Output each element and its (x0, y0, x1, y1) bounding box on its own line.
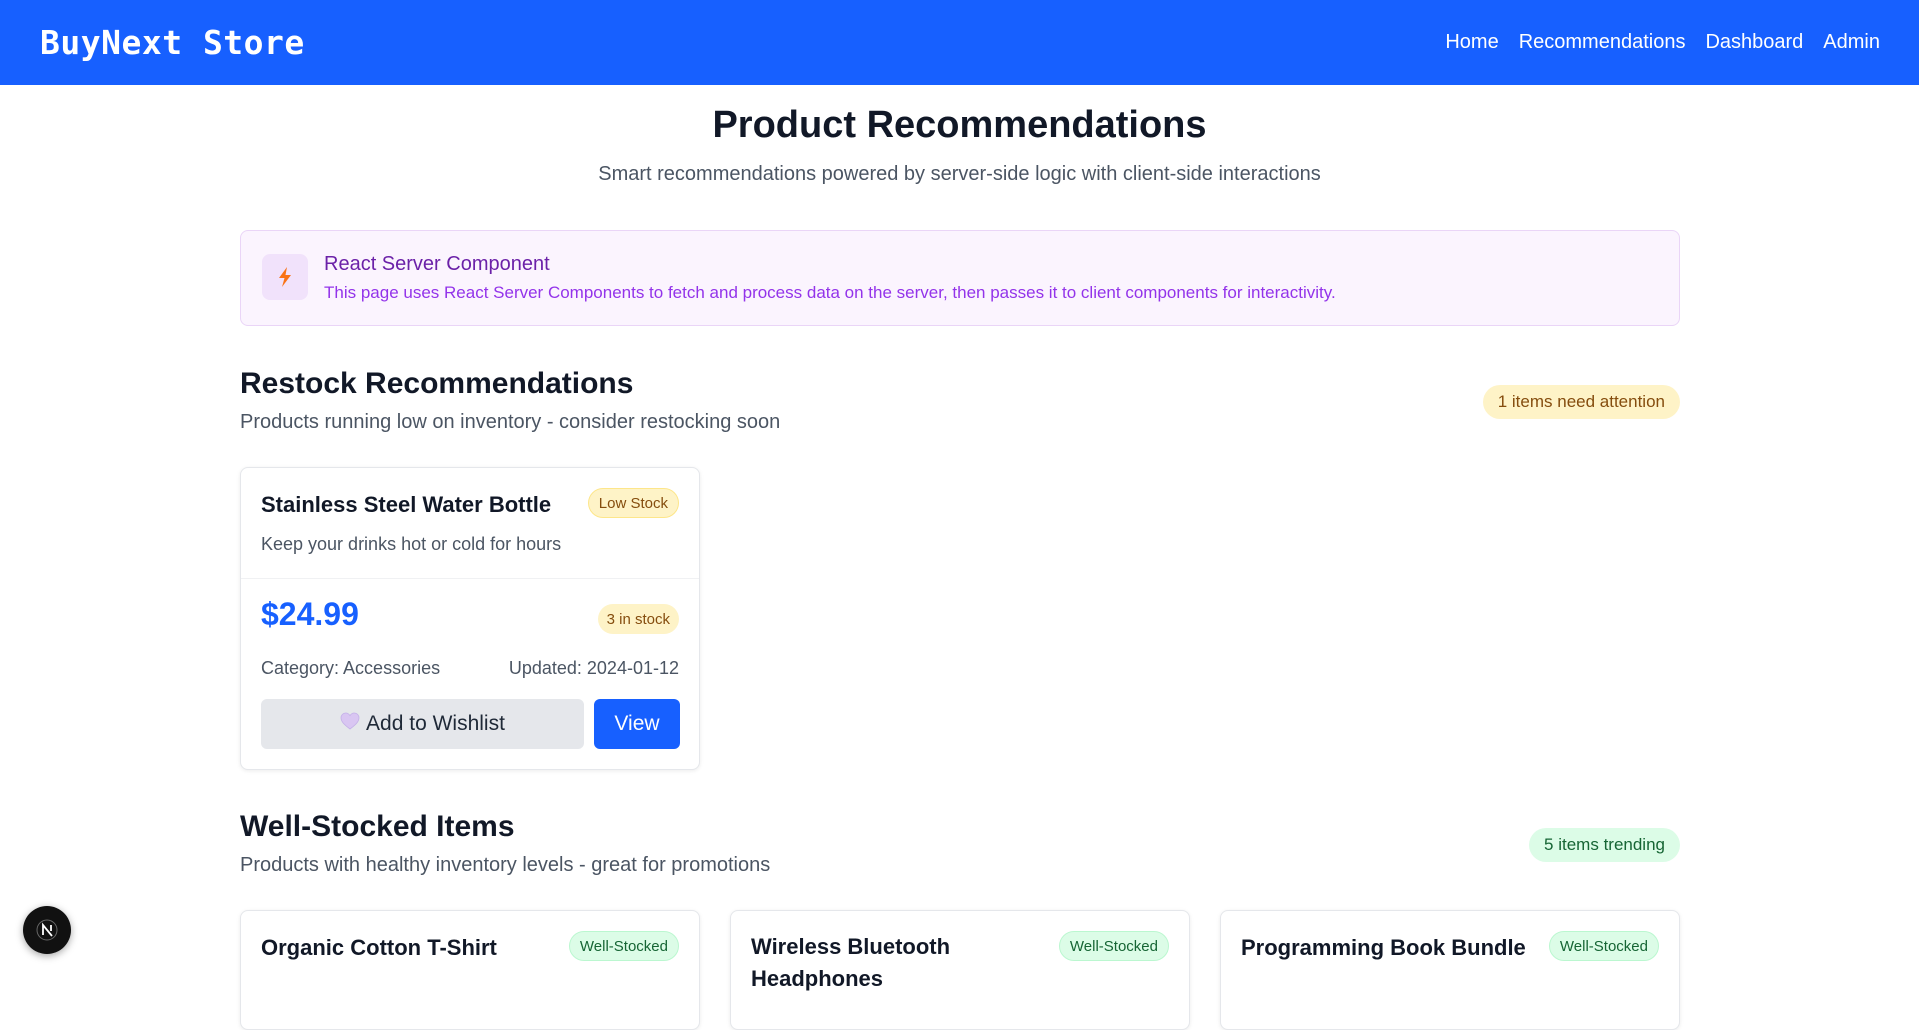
product-price: $24.99 (261, 596, 359, 632)
product-name[interactable]: Stainless Steel Water Bottle (261, 492, 551, 518)
main-nav: Home Recommendations Dashboard Admin (1445, 31, 1880, 54)
product-category: Category: Accessories (261, 658, 441, 678)
lightning-icon (262, 254, 308, 300)
product-name[interactable]: Organic Cotton T-Shirt (261, 935, 497, 961)
wellstocked-section-subtitle: Products with healthy inventory levels -… (240, 854, 771, 876)
wellstocked-section-title: Well-Stocked Items (240, 810, 515, 843)
heart-icon (340, 712, 360, 736)
restock-section-title: Restock Recommendations (240, 367, 634, 400)
product-card: Stainless Steel Water Bottle Low Stock K… (240, 467, 700, 770)
nav-dashboard-link[interactable]: Dashboard (1705, 31, 1803, 54)
page-subtitle: Smart recommendations powered by server-… (598, 163, 1321, 185)
nav-admin-link[interactable]: Admin (1823, 31, 1880, 54)
page-title: Product Recommendations (712, 104, 1207, 146)
product-description: Keep your drinks hot or cold for hours (261, 534, 562, 554)
nav-home-link[interactable]: Home (1445, 31, 1498, 54)
product-card: Organic Cotton T-Shirt Well-Stocked (240, 910, 700, 1030)
card-divider (241, 578, 699, 579)
top-navbar: BuyNext Store Home Recommendations Dashb… (0, 0, 1919, 85)
restock-section-subtitle: Products running low on inventory - cons… (240, 411, 781, 433)
nextjs-logo-icon (36, 919, 58, 941)
server-component-banner: React Server Component This page uses Re… (240, 230, 1680, 326)
view-product-button[interactable]: View (594, 699, 680, 749)
add-to-wishlist-button[interactable]: Add to Wishlist (261, 699, 584, 749)
banner-text: This page uses React Server Components t… (324, 283, 1336, 302)
stock-status-badge: Well-Stocked (1058, 931, 1169, 961)
product-name[interactable]: Wireless Bluetooth Headphones (751, 931, 1041, 995)
wishlist-label: Add to Wishlist (366, 712, 505, 735)
nav-recommendations-link[interactable]: Recommendations (1519, 31, 1686, 54)
product-name[interactable]: Programming Book Bundle (1241, 935, 1526, 961)
product-card: Programming Book Bundle Well-Stocked (1220, 910, 1680, 1030)
banner-title: React Server Component (324, 253, 550, 275)
attention-count-badge: 1 items need attention (1482, 385, 1680, 419)
product-updated-date: Updated: 2024-01-12 (508, 658, 679, 678)
product-card: Wireless Bluetooth Headphones Well-Stock… (730, 910, 1190, 1030)
stock-status-badge: Low Stock (587, 488, 679, 518)
stock-status-badge: Well-Stocked (568, 931, 679, 961)
stock-status-badge: Well-Stocked (1548, 931, 1659, 961)
nextjs-dev-indicator-button[interactable] (23, 906, 71, 954)
stock-count-badge: 3 in stock (597, 604, 679, 634)
brand-logo[interactable]: BuyNext Store (40, 23, 305, 62)
trending-count-badge: 5 items trending (1529, 828, 1680, 862)
